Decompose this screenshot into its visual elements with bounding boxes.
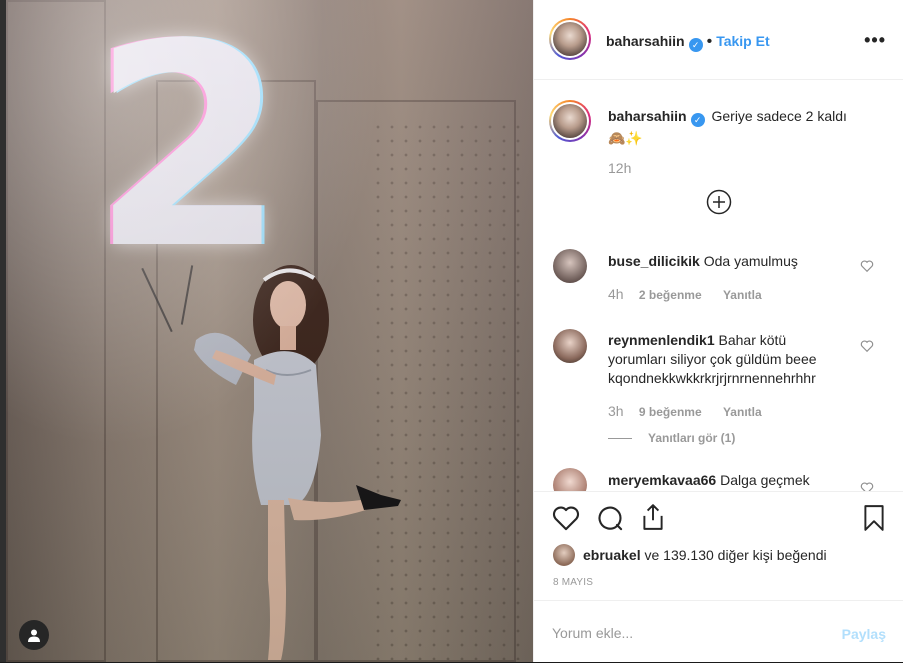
caption-text: Geriye sadece 2 kaldı: [711, 108, 847, 124]
post-header: baharsahiin ✓ • Takip Et •••: [534, 0, 903, 80]
commenter-avatar[interactable]: [553, 329, 587, 363]
likes-count[interactable]: ve 139.130 diğer kişi beğendi: [644, 547, 826, 563]
comment-username[interactable]: buse_dilicikik: [608, 253, 700, 269]
caption-time[interactable]: 12h: [608, 160, 878, 176]
caption-username[interactable]: baharsahiin: [608, 108, 687, 124]
caption-avatar[interactable]: [549, 100, 591, 142]
verified-badge-icon: ✓: [690, 113, 705, 127]
likes-summary[interactable]: ebruakel ve 139.130 diğer kişi beğendi: [583, 547, 827, 563]
comment-text: Oda yamulmuş: [703, 253, 798, 269]
reply-button[interactable]: Yanıtla: [723, 405, 762, 419]
heart-icon[interactable]: [860, 481, 874, 491]
commenter-avatar[interactable]: [553, 249, 587, 283]
post-actions: ebruakel ve 139.130 diğer kişi beğendi 8…: [534, 491, 903, 662]
tagged-users-button[interactable]: [19, 620, 49, 650]
comment-input[interactable]: Yorum ekle...: [552, 625, 633, 641]
photo-glare: [6, 0, 533, 662]
instagram-post-modal: 2: [0, 0, 903, 662]
user-icon: [28, 629, 40, 642]
comment-item: meryemkavaa66 Dalga geçmek: [608, 471, 810, 490]
post-photo[interactable]: 2: [6, 0, 533, 662]
heart-icon[interactable]: [552, 505, 580, 531]
liker-avatar[interactable]: [553, 544, 575, 566]
reply-button[interactable]: Yanıtla: [723, 288, 762, 302]
comment-time[interactable]: 3h: [608, 403, 624, 419]
commenter-avatar[interactable]: [553, 468, 587, 491]
follow-button[interactable]: Takip Et: [716, 33, 769, 49]
comment-text: Dalga geçmek: [720, 472, 810, 488]
post-comment-button[interactable]: Paylaş: [842, 626, 886, 642]
add-comment-bar: Yorum ekle... Paylaş: [534, 600, 903, 663]
comment-item: buse_dilicikik Oda yamulmuş 4h 2 beğenme…: [608, 252, 798, 302]
share-icon[interactable]: [640, 503, 666, 531]
caption-emoji: 🙈✨: [608, 130, 643, 146]
plus-circle-icon: [706, 189, 732, 215]
heart-icon[interactable]: [860, 259, 874, 273]
comment-username[interactable]: reynmenlendik1: [608, 332, 715, 348]
post-sidebar: baharsahiin ✓ • Takip Et ••• baharsahiin ✓ G…: [533, 0, 903, 662]
comment-text: Bahar kötü: [718, 332, 787, 348]
comment-time[interactable]: 4h: [608, 286, 624, 302]
liker-username[interactable]: ebruakel: [583, 547, 641, 563]
separator-dot: •: [706, 33, 713, 50]
author-avatar[interactable]: [549, 18, 591, 60]
comments-section[interactable]: baharsahiin ✓ Geriye sadece 2 kaldı 🙈✨ 12…: [534, 81, 903, 491]
verified-badge-icon: ✓: [688, 38, 703, 52]
comment-text: yorumları siliyor çok güldüm beee: [608, 351, 817, 367]
comment-username[interactable]: meryemkavaa66: [608, 472, 716, 488]
caption-block: baharsahiin ✓ Geriye sadece 2 kaldı 🙈✨ 12…: [608, 107, 878, 176]
bookmark-icon[interactable]: [862, 504, 886, 532]
author-username[interactable]: baharsahiin: [606, 33, 685, 49]
more-options-icon[interactable]: •••: [864, 30, 886, 51]
comment-likes[interactable]: 2 beğenme: [639, 288, 702, 302]
comment-likes[interactable]: 9 beğenme: [639, 405, 702, 419]
load-more-comments-button[interactable]: [706, 189, 732, 220]
heart-icon[interactable]: [860, 339, 874, 353]
comment-text: kqondnekkwkkrkrjrjrnrnennehrhhr: [608, 370, 816, 386]
post-date[interactable]: 8 MAYIS: [553, 577, 593, 588]
header-user-line: baharsahiin ✓ • Takip Et: [606, 33, 770, 52]
comment-icon[interactable]: [596, 504, 624, 532]
view-replies-button[interactable]: Yanıtları gör (1): [608, 431, 817, 445]
comment-item: reynmenlendik1 Bahar kötü yorumları sili…: [608, 331, 817, 445]
